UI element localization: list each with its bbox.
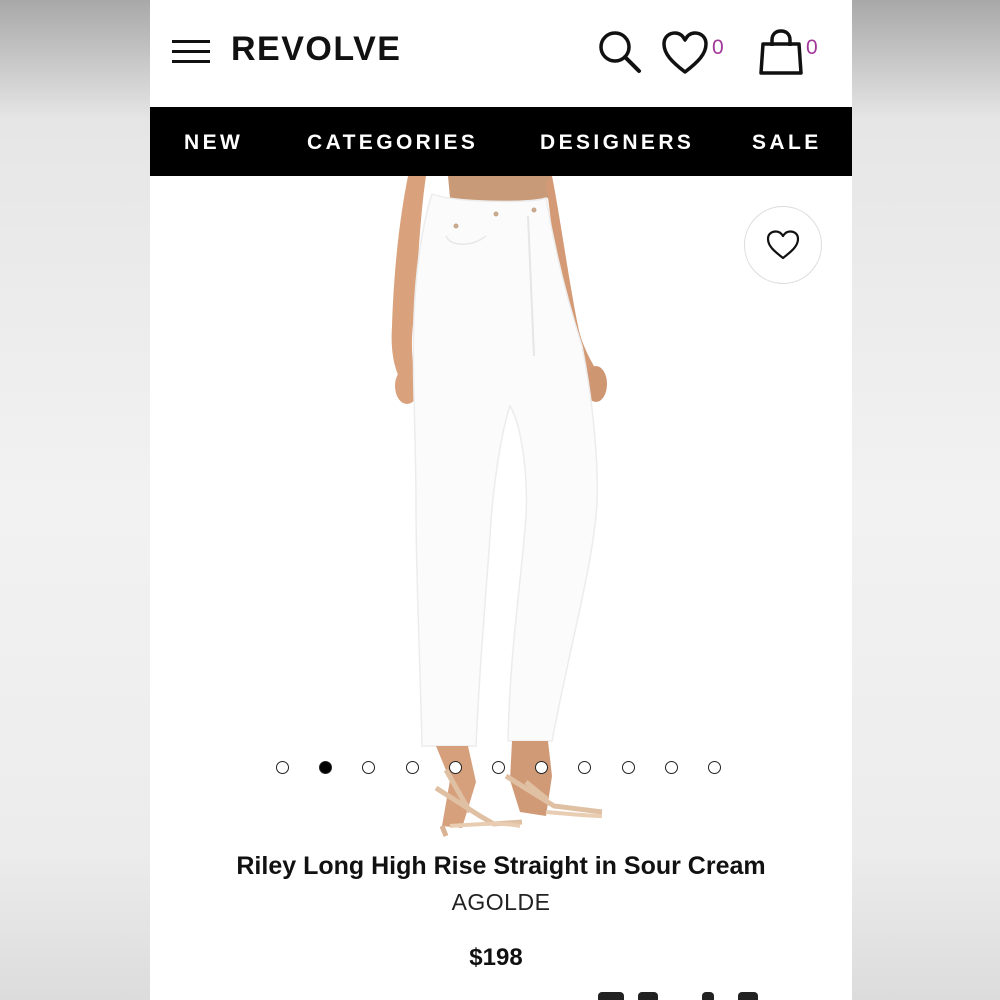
carousel-dot[interactable] [276, 761, 289, 774]
partial-content-peek [738, 992, 758, 1000]
product-photo [391, 176, 607, 837]
product-image-carousel[interactable] [150, 176, 852, 838]
partial-content-peek [638, 992, 658, 1000]
background-left-blur [0, 0, 150, 1000]
product-brand[interactable]: AGOLDE [150, 889, 852, 916]
heart-icon[interactable] [660, 30, 710, 76]
partial-content-peek [702, 992, 714, 1000]
mobile-page: REVOLVE 0 0 NEW CATEGORIES DESIGNERS SAL… [150, 0, 852, 1000]
wishlist-count: 0 [712, 36, 724, 59]
nav-item-categories[interactable]: CATEGORIES [307, 107, 478, 176]
background-right-blur [850, 0, 1000, 1000]
nav-item-new[interactable]: NEW [184, 107, 243, 176]
carousel-dot[interactable] [621, 761, 635, 774]
carousel-dot[interactable] [405, 761, 419, 774]
nav-item-sale[interactable]: SALE [752, 107, 822, 176]
carousel-dot[interactable] [492, 761, 505, 774]
bag-count: 0 [806, 36, 818, 59]
main-nav: NEW CATEGORIES DESIGNERS SALE [150, 107, 852, 176]
nav-item-designers[interactable]: DESIGNERS [540, 107, 694, 176]
carousel-dot[interactable] [664, 761, 678, 774]
search-icon[interactable] [596, 28, 644, 76]
partial-content-peek [598, 992, 624, 1000]
favorite-button[interactable] [744, 206, 822, 284]
site-header: REVOLVE 0 0 [150, 0, 852, 107]
product-title[interactable]: Riley Long High Rise Straight in Sour Cr… [150, 852, 852, 881]
carousel-dot[interactable] [448, 761, 462, 774]
hamburger-menu-icon[interactable] [172, 40, 210, 66]
product-price: $198 [469, 944, 523, 971]
heart-icon [766, 230, 800, 260]
shopping-bag-icon[interactable] [756, 28, 806, 76]
site-logo[interactable]: REVOLVE [231, 30, 401, 69]
carousel-dot[interactable] [708, 761, 721, 774]
